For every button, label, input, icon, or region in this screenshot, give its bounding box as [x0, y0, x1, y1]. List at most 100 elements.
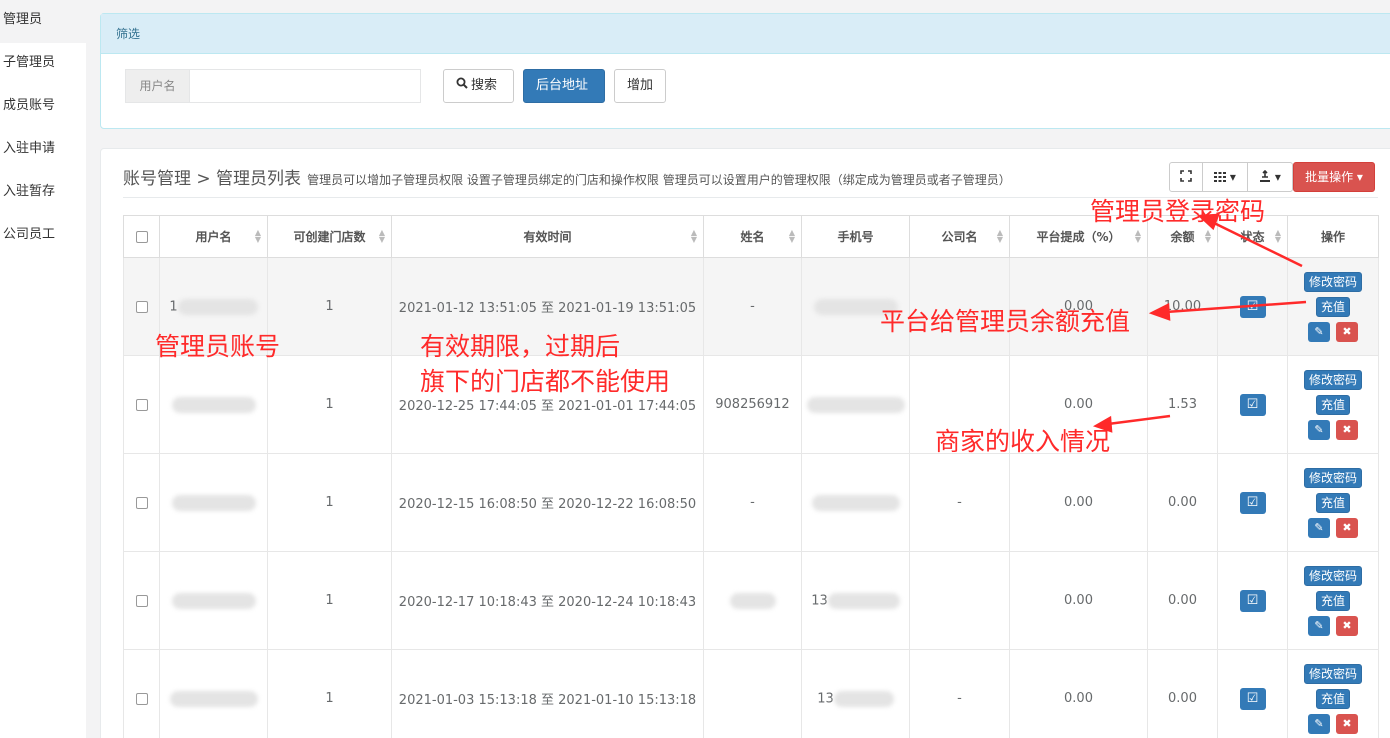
- recharge-button[interactable]: 充值: [1315, 394, 1350, 415]
- store-count-cell: 1: [267, 453, 392, 552]
- actions-cell: 修改密码 充值 ✎ ✖: [1287, 355, 1379, 454]
- sort-icon: ▲ ▼: [1274, 228, 1281, 244]
- column-header-valid-time[interactable]: 有效时间 ▲ ▼: [391, 215, 704, 258]
- columns-toggle-button[interactable]: ▾: [1202, 162, 1248, 192]
- store-count-cell: 1: [267, 649, 392, 738]
- redacted-username: [177, 298, 258, 315]
- store-count-cell: 1: [267, 355, 392, 454]
- status-cell: ☑: [1217, 355, 1288, 454]
- commission-cell: 0.00: [1009, 453, 1148, 552]
- balance-cell: 10.00: [1147, 257, 1218, 356]
- row-checkbox[interactable]: [135, 496, 148, 509]
- add-button[interactable]: 增加: [614, 69, 666, 103]
- annotation-login-password: 管理员登录密码: [1090, 197, 1266, 226]
- batch-operations-button[interactable]: 批量操作 ▾: [1293, 162, 1375, 192]
- column-header-actions: 操作: [1287, 215, 1379, 258]
- status-cell: ☑: [1217, 551, 1288, 650]
- actions-cell: 修改密码 充值 ✎ ✖: [1287, 257, 1379, 356]
- search-button[interactable]: 搜索: [443, 69, 514, 103]
- sort-icon: ▲ ▼: [690, 228, 697, 244]
- status-check-icon[interactable]: ☑: [1239, 393, 1266, 416]
- backend-address-button[interactable]: 后台地址: [523, 69, 605, 103]
- balance-cell: 0.00: [1147, 649, 1218, 738]
- column-header-company[interactable]: 公司名 ▲ ▼: [909, 215, 1010, 258]
- username-input[interactable]: [190, 70, 420, 102]
- column-header-phone[interactable]: 手机号: [801, 215, 910, 258]
- store-count-cell: 1: [267, 551, 392, 650]
- actions-cell: 修改密码 充值 ✎ ✖: [1287, 453, 1379, 552]
- sidebar-item-admin[interactable]: 管理员: [0, 0, 86, 43]
- select-all-checkbox[interactable]: [135, 231, 148, 243]
- delete-icon[interactable]: ✖: [1336, 517, 1358, 538]
- export-button[interactable]: ▾: [1247, 162, 1293, 192]
- edit-icon[interactable]: ✎: [1308, 419, 1330, 440]
- sidebar-item-company-staff[interactable]: 公司员工: [0, 215, 86, 258]
- balance-cell: 0.00: [1147, 453, 1218, 552]
- export-icon: [1259, 169, 1275, 184]
- column-header-name[interactable]: 姓名 ▲ ▼: [703, 215, 802, 258]
- valid-time-cell: 2020-12-17 10:18:43 至 2020-12-24 10:18:4…: [391, 551, 704, 650]
- change-password-button[interactable]: 修改密码: [1303, 663, 1362, 684]
- annotation-validity-line1: 有效期限，过期后: [420, 332, 621, 361]
- balance-cell: 0.00: [1147, 551, 1218, 650]
- recharge-button[interactable]: 充值: [1315, 492, 1350, 513]
- sort-icon: ▲ ▼: [378, 228, 385, 244]
- delete-icon[interactable]: ✖: [1336, 321, 1358, 342]
- phone-cell: 13: [801, 649, 910, 738]
- row-checkbox[interactable]: [135, 398, 148, 411]
- delete-icon[interactable]: ✖: [1336, 713, 1358, 734]
- change-password-button[interactable]: 修改密码: [1303, 565, 1362, 586]
- name-cell: 908256912: [703, 355, 802, 454]
- company-cell: -: [909, 649, 1010, 738]
- status-check-icon[interactable]: ☑: [1239, 589, 1266, 612]
- actions-cell: 修改密码 充值 ✎ ✖: [1287, 551, 1379, 650]
- status-check-icon[interactable]: ☑: [1239, 687, 1266, 710]
- balance-cell: 1.53: [1147, 355, 1218, 454]
- recharge-button[interactable]: 充值: [1315, 688, 1350, 709]
- change-password-button[interactable]: 修改密码: [1303, 271, 1362, 292]
- breadcrumb: 账号管理 > 管理员列表 管理员可以增加子管理员权限 设置子管理员绑定的门店和操作…: [123, 164, 1011, 189]
- username-cell: [159, 551, 268, 650]
- username-cell: [159, 355, 268, 454]
- page-title: 账号管理 > 管理员列表: [123, 169, 302, 189]
- redacted-phone: [827, 592, 900, 609]
- table-row: 1 2020-12-25 17:44:05 至 2021-01-01 17:44…: [123, 355, 1379, 454]
- row-checkbox[interactable]: [135, 594, 148, 607]
- chevron-down-icon: ▾: [1229, 170, 1236, 184]
- username-label: 用户名: [126, 70, 190, 102]
- table-row: 1 2021-01-03 15:13:18 至 2021-01-10 15:13…: [123, 649, 1379, 738]
- change-password-button[interactable]: 修改密码: [1303, 467, 1362, 488]
- sidebar-item-join-draft[interactable]: 入驻暂存: [0, 172, 86, 215]
- status-check-icon[interactable]: ☑: [1239, 491, 1266, 514]
- fullscreen-button[interactable]: [1169, 162, 1203, 192]
- delete-icon[interactable]: ✖: [1336, 419, 1358, 440]
- annotation-admin-account: 管理员账号: [155, 332, 281, 361]
- recharge-button[interactable]: 充值: [1315, 296, 1350, 317]
- select-all-cell: [123, 215, 160, 258]
- sort-icon: ▲ ▼: [254, 228, 261, 244]
- recharge-button[interactable]: 充值: [1315, 590, 1350, 611]
- grid-icon: [1214, 170, 1230, 184]
- fullscreen-icon: [1180, 170, 1192, 184]
- sidebar-item-join-application[interactable]: 入驻申请: [0, 129, 86, 172]
- edit-icon[interactable]: ✎: [1308, 517, 1330, 538]
- edit-icon[interactable]: ✎: [1308, 713, 1330, 734]
- edit-icon[interactable]: ✎: [1308, 321, 1330, 342]
- change-password-button[interactable]: 修改密码: [1303, 369, 1362, 390]
- row-checkbox[interactable]: [135, 692, 148, 705]
- valid-time-cell: 2020-12-15 16:08:50 至 2020-12-22 16:08:5…: [391, 453, 704, 552]
- sort-icon: ▲ ▼: [1204, 228, 1211, 244]
- sidebar-item-sub-admin[interactable]: 子管理员: [0, 43, 86, 86]
- company-cell: -: [909, 453, 1010, 552]
- delete-icon[interactable]: ✖: [1336, 615, 1358, 636]
- valid-time-cell: 2021-01-03 15:13:18 至 2021-01-10 15:13:1…: [391, 649, 704, 738]
- commission-cell: 0.00: [1009, 649, 1148, 738]
- commission-cell: 0.00: [1009, 551, 1148, 650]
- edit-icon[interactable]: ✎: [1308, 615, 1330, 636]
- sidebar-item-member-account[interactable]: 成员账号: [0, 86, 86, 129]
- search-label: 搜索: [471, 78, 498, 93]
- row-checkbox[interactable]: [135, 300, 148, 313]
- status-check-icon[interactable]: ☑: [1239, 295, 1266, 318]
- column-header-username[interactable]: 用户名 ▲ ▼: [159, 215, 268, 258]
- column-header-store-count[interactable]: 可创建门店数 ▲ ▼: [267, 215, 392, 258]
